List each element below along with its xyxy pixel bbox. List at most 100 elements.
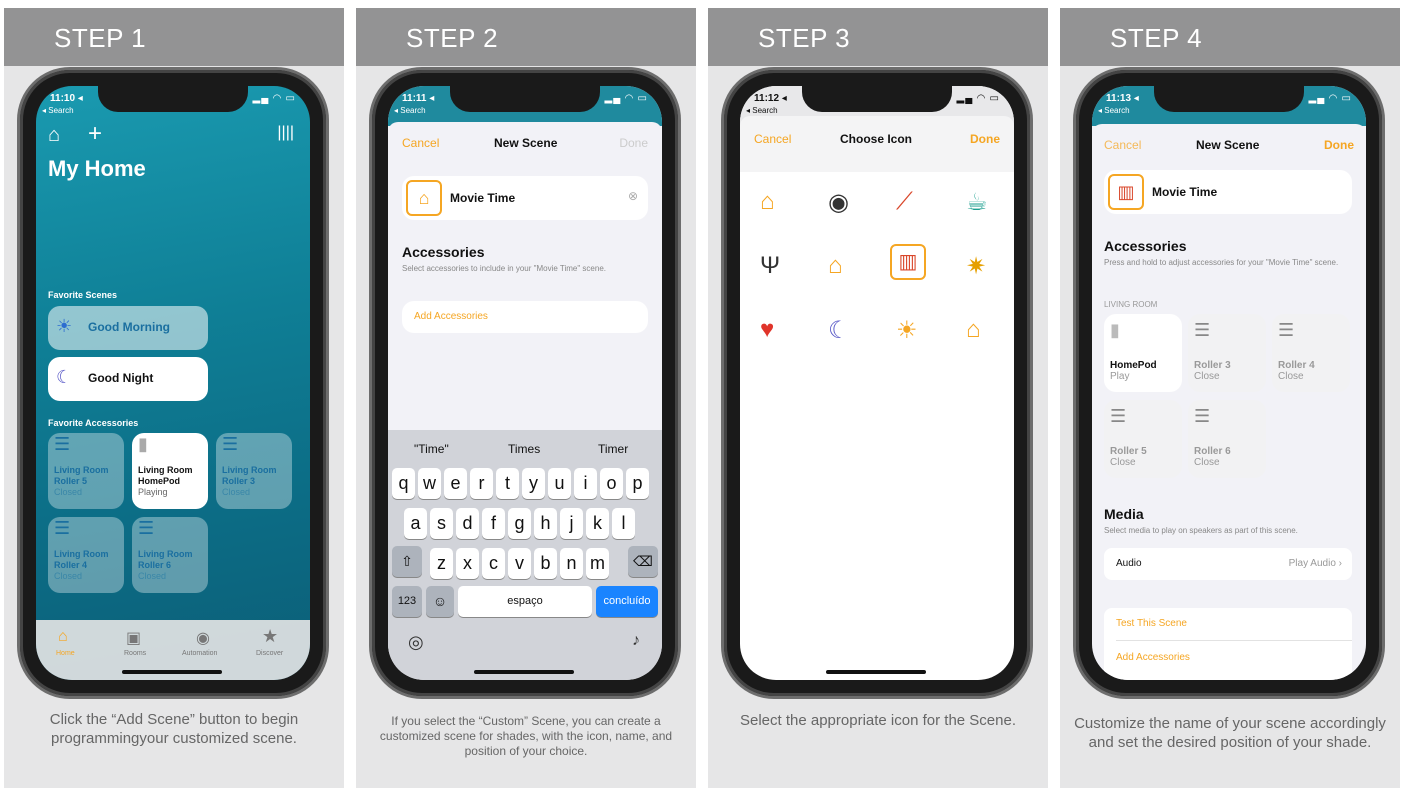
accessory-tile[interactable]: ☰ Roller 4 Close bbox=[1272, 314, 1350, 392]
lounge-chair-icon[interactable]: ⟋ bbox=[896, 188, 913, 216]
done-key[interactable]: concluído bbox=[596, 586, 658, 617]
suggestion-1[interactable]: "Time" bbox=[414, 442, 449, 456]
house-icon[interactable]: ⌂ bbox=[966, 316, 981, 344]
accessory-tile[interactable]: ▮ Living Room HomePod Playing bbox=[132, 433, 208, 509]
done-button[interactable]: Done bbox=[619, 136, 648, 150]
accessory-tile[interactable]: ☰ Living Room Roller 4 Closed bbox=[48, 517, 124, 593]
back-to-search[interactable]: ◂ Search bbox=[42, 106, 74, 115]
key-j[interactable]: j bbox=[560, 508, 583, 539]
tab-rooms[interactable]: Rooms bbox=[124, 650, 146, 657]
key-f[interactable]: f bbox=[482, 508, 505, 539]
party-icon[interactable]: ✷ bbox=[966, 252, 986, 281]
actions-group: Test This Scene Add Accessories bbox=[1104, 608, 1352, 680]
key-g[interactable]: g bbox=[508, 508, 531, 539]
house-walk-icon[interactable]: ⌂ bbox=[828, 252, 843, 280]
numbers-key[interactable]: 123 bbox=[392, 586, 422, 617]
accessory-tile[interactable]: ☰ Roller 3 Close bbox=[1188, 314, 1266, 392]
test-scene-button[interactable]: Test This Scene bbox=[1116, 618, 1187, 629]
microphone-icon[interactable]: ♪ bbox=[632, 632, 640, 650]
key-w[interactable]: w bbox=[418, 468, 441, 499]
add-accessories-button[interactable]: Add Accessories bbox=[402, 301, 648, 333]
tile-line: Closed bbox=[54, 571, 83, 581]
page-title: My Home bbox=[48, 156, 146, 181]
cancel-button[interactable]: Cancel bbox=[1104, 138, 1141, 152]
back-to-search[interactable]: ◂ Search bbox=[394, 106, 426, 115]
tab-discover[interactable]: Discover bbox=[256, 650, 283, 657]
tab-rooms-icon[interactable]: ▣ bbox=[126, 628, 141, 648]
accessory-tile[interactable]: ☰ Living Room Roller 6 Closed bbox=[132, 517, 208, 593]
delete-key[interactable]: ⌫ bbox=[628, 546, 658, 577]
scene-good-morning[interactable]: ☀ Good Morning bbox=[48, 306, 208, 350]
key-n[interactable]: n bbox=[560, 548, 583, 579]
key-x[interactable]: x bbox=[456, 548, 479, 579]
space-key[interactable]: espaço bbox=[458, 586, 592, 617]
frying-pan-icon[interactable]: ◉ bbox=[828, 188, 849, 217]
scene-name-value: Movie Time bbox=[1152, 185, 1218, 199]
popcorn-icon[interactable]: ▥ bbox=[1108, 174, 1144, 210]
back-to-search[interactable]: ◂ Search bbox=[746, 106, 778, 115]
tab-automation[interactable]: Automation bbox=[182, 650, 217, 657]
key-u[interactable]: u bbox=[548, 468, 571, 499]
accessory-tile[interactable]: ☰ Living Room Roller 5 Closed bbox=[48, 433, 124, 509]
key-t[interactable]: t bbox=[496, 468, 519, 499]
accessory-tile[interactable]: ☰ Roller 6 Close bbox=[1188, 400, 1266, 478]
suggestion-2[interactable]: Times bbox=[508, 442, 540, 456]
accessory-tile[interactable]: ☰ Living Room Roller 3 Closed bbox=[216, 433, 292, 509]
done-button[interactable]: Done bbox=[970, 132, 1000, 146]
accessory-tile[interactable]: ▮ HomePod Play bbox=[1104, 314, 1182, 392]
tab-discover-icon[interactable]: ★ bbox=[262, 626, 278, 647]
popcorn-icon-selected[interactable]: ▥ bbox=[890, 244, 926, 280]
key-o[interactable]: o bbox=[600, 468, 623, 499]
cancel-button[interactable]: Cancel bbox=[754, 132, 791, 146]
key-v[interactable]: v bbox=[508, 548, 531, 579]
key-s[interactable]: s bbox=[430, 508, 453, 539]
heart-icon[interactable]: ♥ bbox=[760, 316, 774, 344]
voice-icon[interactable]: |||| bbox=[277, 124, 294, 142]
shift-key[interactable]: ⇧ bbox=[392, 546, 422, 577]
sun-house-icon[interactable]: ☀ bbox=[896, 316, 918, 345]
key-p[interactable]: p bbox=[626, 468, 649, 499]
add-icon[interactable]: + bbox=[88, 120, 102, 148]
house-person-icon[interactable]: ⌂ bbox=[760, 188, 775, 216]
step-1-panel: STEP 1 11:10 ◂ ◂ Search ▂▄ ◠ ▭ ⌂ + |||| … bbox=[4, 8, 344, 788]
scene-name-field[interactable]: ⌂ Movie Time ⊗ bbox=[402, 176, 648, 220]
key-m[interactable]: m bbox=[586, 548, 609, 579]
done-button[interactable]: Done bbox=[1324, 138, 1354, 152]
fork-knife-icon[interactable]: Ψ bbox=[760, 252, 780, 280]
key-l[interactable]: l bbox=[612, 508, 635, 539]
home-icon[interactable]: ⌂ bbox=[48, 124, 60, 147]
key-y[interactable]: y bbox=[522, 468, 545, 499]
key-c[interactable]: c bbox=[482, 548, 505, 579]
key-k[interactable]: k bbox=[586, 508, 609, 539]
tab-home-icon[interactable]: ⌂ bbox=[58, 628, 68, 646]
tab-automation-icon[interactable]: ◉ bbox=[196, 628, 210, 648]
globe-icon[interactable]: ◎ bbox=[408, 632, 424, 653]
emoji-key[interactable]: ☺ bbox=[426, 586, 454, 617]
play-audio-link[interactable]: Play Audio › bbox=[1289, 558, 1342, 569]
key-b[interactable]: b bbox=[534, 548, 557, 579]
key-e[interactable]: e bbox=[444, 468, 467, 499]
coffee-icon[interactable]: ☕ bbox=[966, 188, 988, 217]
accessory-tile[interactable]: ☰ Roller 5 Close bbox=[1104, 400, 1182, 478]
add-accessories-button[interactable]: Add Accessories bbox=[1116, 652, 1190, 663]
key-h[interactable]: h bbox=[534, 508, 557, 539]
scene-name-field[interactable]: ▥ Movie Time bbox=[1104, 170, 1352, 214]
cancel-button[interactable]: Cancel bbox=[402, 136, 439, 150]
scene-good-night[interactable]: ☾ Good Night bbox=[48, 357, 208, 401]
moon-house-icon[interactable]: ☾ bbox=[828, 316, 850, 345]
house-icon[interactable]: ⌂ bbox=[406, 180, 442, 216]
audio-row[interactable]: Audio Play Audio › bbox=[1104, 548, 1352, 580]
clear-icon[interactable]: ⊗ bbox=[628, 189, 638, 203]
key-r[interactable]: r bbox=[470, 468, 493, 499]
sheet-title: New Scene bbox=[1196, 138, 1260, 152]
back-to-search[interactable]: ◂ Search bbox=[1098, 106, 1130, 115]
key-d[interactable]: d bbox=[456, 508, 479, 539]
key-a[interactable]: a bbox=[404, 508, 427, 539]
tab-home[interactable]: Home bbox=[56, 650, 75, 657]
sheet-title: Choose Icon bbox=[840, 132, 913, 146]
suggestion-3[interactable]: Timer bbox=[598, 442, 628, 456]
key-i[interactable]: i bbox=[574, 468, 597, 499]
key-z[interactable]: z bbox=[430, 548, 453, 579]
key-q[interactable]: q bbox=[392, 468, 415, 499]
blind-icon: ☰ bbox=[54, 434, 71, 454]
